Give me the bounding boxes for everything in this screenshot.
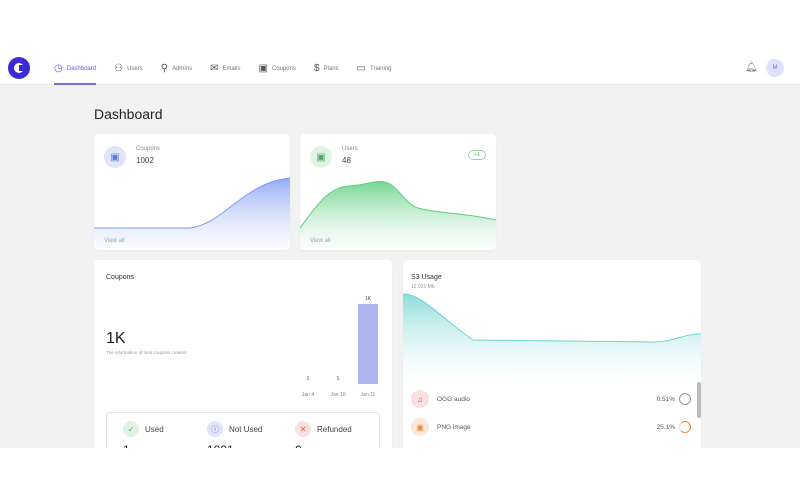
s3-list-scrollbar[interactable] [697, 382, 701, 418]
coupons-stat-card: ▣ Coupons 1002 View all [94, 134, 290, 250]
stat-used-value: 1 [123, 443, 130, 448]
bar-category-label: Jan 10 [330, 392, 345, 398]
stat-not-used: ⓘ Not Used [207, 421, 262, 437]
main-nav: ◷ Dashboard ⚇ Users ⚲ Admins ✉ Emails ▣ Coupons $ P… [54, 52, 409, 85]
s3-usage-panel: S3 Usage 12.921 Mb ♫ OGG audio 0.51% ▣ P… [403, 260, 701, 448]
bar-data-label: 1 [307, 376, 310, 382]
stat-refunded-label: Refunded [317, 424, 352, 434]
coupons-panel: Coupons 1K The information of total coup… [94, 260, 392, 448]
user-avatar[interactable]: M [766, 59, 784, 77]
users-trend-sparkline [300, 181, 496, 250]
s3-file-label: OGG audio [437, 395, 470, 403]
coupons-view-all-link[interactable]: View all [104, 238, 125, 244]
stat-refunded: ✕ Refunded [295, 421, 352, 437]
s3-file-percent: 0.51% [656, 395, 675, 403]
nav-item-users[interactable]: ⚇ Users [114, 52, 143, 85]
s3-file-row-ogg: ♫ OGG audio 0.51% [411, 390, 691, 408]
stat-not-used-label: Not Used [229, 424, 263, 434]
nav-item-label: Admins [172, 65, 193, 72]
bar-jan-11[interactable] [358, 304, 378, 384]
admins-icon: ⚲ [160, 63, 169, 74]
users-icon: ⚇ [114, 63, 124, 74]
coupons-bar-chart: 1 Jan 4 1 Jan 10 1K Jan 11 [302, 296, 378, 398]
nav-item-label: Emails [222, 65, 241, 72]
notification-bell-icon[interactable]: 🔔︎ [745, 62, 758, 73]
close-icon: ✕ [295, 421, 311, 437]
nav-item-label: Plans [323, 65, 339, 72]
nav-item-dashboard[interactable]: ◷ Dashboard [54, 52, 97, 85]
nav-item-emails[interactable]: ✉ Emails [210, 52, 240, 85]
stat-used-label: Used [145, 424, 164, 434]
dashboard-icon: ◷ [54, 63, 63, 74]
nav-item-label: Dashboard [66, 65, 97, 72]
info-icon: ⓘ [207, 421, 223, 437]
users-view-all-link[interactable]: View all [310, 238, 331, 244]
nav-item-label: Coupons [271, 65, 296, 72]
audio-file-icon: ♫ [411, 390, 429, 408]
stat-used: ✓ Used [123, 421, 164, 437]
nav-item-coupons[interactable]: ▣ Coupons [258, 52, 295, 85]
nav-item-plans[interactable]: $ Plans [314, 52, 339, 85]
top-navigation-bar: ◷ Dashboard ⚇ Users ⚲ Admins ✉ Emails ▣ Coupons $ P… [0, 52, 800, 85]
image-file-icon: ▣ [411, 418, 429, 436]
coupons-total-description: The information of total coupons created [106, 350, 187, 355]
video-icon: ▭ [356, 63, 366, 74]
app-logo[interactable] [8, 57, 30, 79]
coupons-total-value: 1K [106, 330, 126, 347]
plans-icon: $ [313, 63, 320, 74]
bar-data-label: 1K [365, 296, 372, 302]
check-icon: ✓ [123, 421, 139, 437]
page-title: Dashboard [94, 106, 163, 122]
coupons-trend-sparkline [94, 177, 290, 250]
s3-file-label: PNG image [437, 423, 471, 431]
coupon-icon: ▣ [258, 63, 268, 74]
s3-file-row-png: ▣ PNG image 25.1% [411, 418, 691, 436]
nav-item-label: Users [127, 65, 143, 72]
s3-file-percent: 25.1% [656, 423, 675, 431]
usage-ring-icon [679, 421, 691, 433]
s3-usage-area-chart [403, 293, 701, 380]
nav-item-label: Training [370, 65, 392, 72]
coupon-stats-box: ✓ Used 1 ⓘ Not Used 1001 ✕ Refunded 0 [106, 412, 380, 448]
users-stat-card: ▣ Users 48 +1 View all [300, 134, 496, 250]
stat-refunded-value: 0 [295, 443, 302, 448]
s3-usage-title: S3 Usage [411, 274, 442, 281]
bar-category-label: Jan 4 [302, 392, 314, 398]
mail-icon: ✉ [210, 63, 219, 74]
bar-data-label: 1 [337, 376, 340, 382]
usage-ring-icon [679, 393, 691, 405]
app-window: ◷ Dashboard ⚇ Users ⚲ Admins ✉ Emails ▣ Coupons $ P… [0, 52, 800, 448]
stat-not-used-value: 1001 [207, 443, 234, 448]
bar-category-label: Jan 11 [361, 392, 376, 398]
nav-item-training[interactable]: ▭ Training [357, 52, 392, 85]
coupons-panel-title: Coupons [106, 274, 135, 281]
nav-item-admins[interactable]: ⚲ Admins [161, 52, 192, 85]
